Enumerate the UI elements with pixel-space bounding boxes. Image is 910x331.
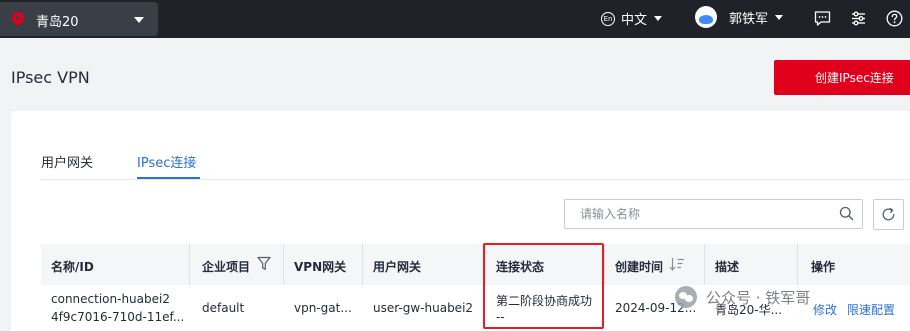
tab-user-gateway[interactable]: 用户网关 — [41, 152, 93, 171]
chevron-down-icon — [654, 16, 663, 21]
region-name: 青岛20 — [36, 15, 79, 30]
column-separator — [797, 244, 798, 285]
region-selector[interactable]: 青岛20 — [0, 2, 158, 36]
vpn-gateway-value: vpn-gat... — [294, 301, 352, 315]
bandwidth-limit-link[interactable]: 限速配置 — [847, 301, 895, 318]
refresh-icon — [882, 207, 895, 221]
tab-ipsec-connection[interactable]: IPsec连接 — [137, 152, 196, 171]
search-icon[interactable] — [839, 206, 854, 221]
column-separator — [189, 244, 190, 285]
enterprise-project-value: default — [202, 301, 245, 315]
location-pin-icon — [12, 12, 24, 26]
column-header-name-id: 名称/ID — [51, 260, 94, 274]
help-icon[interactable] — [886, 10, 903, 27]
page-title: IPsec VPN — [11, 68, 90, 87]
chevron-down-icon — [775, 14, 784, 20]
language-selector[interactable]: En 中文 — [601, 9, 663, 28]
username-label: 郭铁军 — [729, 11, 769, 27]
connection-name[interactable]: connection-huabei2 — [51, 292, 170, 306]
wechat-icon — [675, 286, 697, 308]
column-separator — [283, 244, 284, 285]
column-header-created-time[interactable]: 创建时间 — [615, 258, 663, 275]
column-header-user-gateway: 用户网关 — [373, 260, 422, 274]
column-header-description: 描述 — [715, 260, 740, 274]
column-separator — [604, 244, 605, 285]
user-menu[interactable]: 郭铁军 — [695, 6, 784, 28]
watermark: 公众号 · 铁军哥 — [675, 286, 810, 308]
filter-icon[interactable] — [257, 256, 271, 271]
tab-divider — [41, 179, 910, 180]
chevron-down-icon — [134, 17, 144, 23]
top-navigation-bar: 青岛20 En 中文 郭铁军 — [0, 0, 910, 38]
table-header — [41, 244, 910, 285]
user-gateway-value: user-gw-huabei2 — [373, 301, 474, 315]
search-input[interactable] — [564, 199, 863, 229]
sort-icon[interactable] — [669, 257, 685, 271]
column-separator — [704, 244, 705, 285]
settings-sliders-icon[interactable] — [850, 10, 867, 27]
watermark-text: 公众号 · 铁军哥 — [706, 288, 811, 307]
status-highlight-box — [483, 243, 604, 329]
column-header-actions: 操作 — [811, 260, 836, 274]
message-icon[interactable] — [814, 10, 831, 27]
column-header-enterprise-project: 企业项目 — [202, 260, 251, 274]
create-ipsec-connection-button[interactable]: 创建IPsec连接 — [774, 60, 910, 95]
language-label: 中文 — [621, 13, 648, 28]
globe-icon: En — [601, 11, 615, 26]
modify-link[interactable]: 修改 — [813, 301, 837, 318]
refresh-button[interactable] — [873, 199, 904, 230]
connection-id: 4f9c7016-710d-11ef... — [51, 310, 185, 324]
avatar — [695, 6, 717, 28]
column-header-vpn-gateway: VPN网关 — [294, 260, 347, 274]
column-separator — [362, 244, 363, 285]
